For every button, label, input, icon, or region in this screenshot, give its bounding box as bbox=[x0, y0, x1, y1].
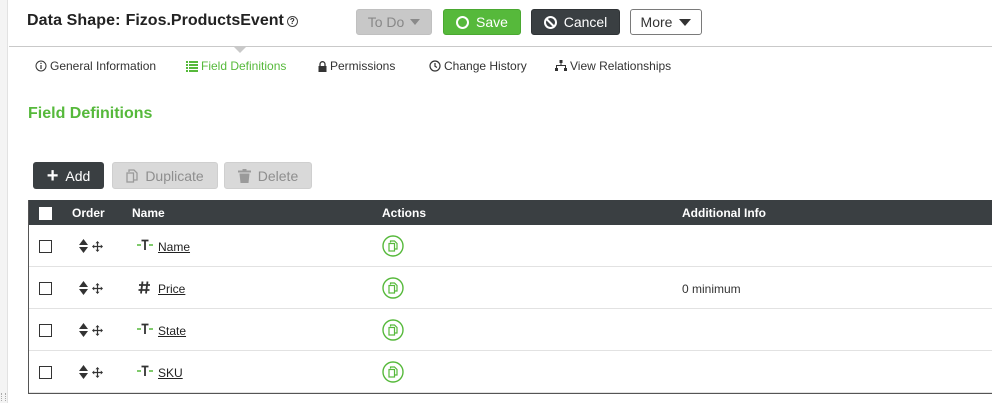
ban-icon bbox=[543, 15, 557, 29]
tab-label: Field Definitions bbox=[201, 59, 287, 73]
delete-button[interactable]: Delete bbox=[224, 162, 312, 189]
text-type-icon bbox=[137, 323, 153, 338]
order-controls bbox=[79, 323, 103, 337]
table-row[interactable]: SKU bbox=[29, 351, 992, 393]
info-circle-icon bbox=[35, 60, 47, 72]
cancel-button[interactable]: Cancel bbox=[531, 9, 620, 35]
column-header-actions[interactable]: Actions bbox=[382, 206, 426, 220]
tab-bar: General Information Field Definitions Pe… bbox=[9, 47, 992, 86]
section-title: Field Definitions bbox=[28, 105, 153, 122]
column-header-name[interactable]: Name bbox=[132, 206, 165, 220]
duplicate-row-icon[interactable] bbox=[382, 235, 404, 260]
trash-icon bbox=[237, 168, 251, 183]
delete-label: Delete bbox=[257, 167, 299, 184]
order-controls bbox=[79, 239, 103, 253]
question-circle-icon[interactable]: ? bbox=[286, 16, 298, 27]
duplicate-button[interactable]: Duplicate bbox=[112, 162, 218, 189]
more-label: More bbox=[640, 14, 673, 30]
save-label: Save bbox=[476, 14, 508, 30]
move-icon[interactable] bbox=[92, 324, 103, 336]
duplicate-row-icon[interactable] bbox=[382, 361, 404, 386]
sort-icon[interactable] bbox=[79, 365, 88, 379]
duplicate-row-icon[interactable] bbox=[382, 319, 404, 344]
tab-general-information[interactable]: General Information bbox=[35, 59, 156, 73]
add-button[interactable]: + Add bbox=[33, 162, 104, 189]
select-all-checkbox[interactable] bbox=[39, 207, 52, 220]
column-header-additional-info[interactable]: Additional Info bbox=[682, 206, 766, 220]
additional-info: 0 minimum bbox=[682, 282, 741, 296]
list-icon bbox=[186, 60, 198, 72]
field-name-link[interactable]: Name bbox=[158, 240, 190, 254]
cancel-label: Cancel bbox=[563, 14, 608, 30]
todo-button[interactable]: To Do bbox=[356, 9, 432, 35]
sitemap-icon bbox=[555, 60, 567, 72]
left-rail bbox=[0, 0, 8, 403]
add-label: Add bbox=[65, 167, 91, 184]
field-definitions-table: Order Name Actions Additional Info Name … bbox=[28, 200, 992, 394]
sort-icon[interactable] bbox=[79, 239, 88, 253]
tab-label: General Information bbox=[50, 59, 157, 73]
row-checkbox[interactable] bbox=[39, 324, 52, 337]
row-checkbox[interactable] bbox=[39, 282, 52, 295]
move-icon[interactable] bbox=[92, 366, 103, 378]
order-controls bbox=[79, 365, 103, 379]
move-icon[interactable] bbox=[92, 282, 103, 294]
todo-label: To Do bbox=[367, 14, 405, 30]
tab-change-history[interactable]: Change History bbox=[429, 59, 527, 73]
caret-down-icon bbox=[410, 19, 421, 25]
field-name-link[interactable]: SKU bbox=[158, 366, 183, 380]
more-button[interactable]: More bbox=[630, 9, 702, 35]
row-checkbox[interactable] bbox=[39, 240, 52, 253]
tab-permissions[interactable]: Permissions bbox=[318, 59, 395, 73]
table-row[interactable]: Price 0 minimum bbox=[29, 267, 992, 309]
number-type-icon bbox=[137, 281, 153, 297]
move-icon[interactable] bbox=[92, 240, 103, 252]
circle-icon bbox=[456, 15, 470, 29]
table-row[interactable]: Name bbox=[29, 225, 992, 267]
column-header-order[interactable]: Order bbox=[72, 206, 105, 220]
title-prefix: Data Shape: bbox=[27, 12, 121, 29]
copy-icon bbox=[126, 168, 138, 183]
tab-label: Permissions bbox=[330, 59, 396, 73]
page-header: Data Shape: Fizos.ProductsEvent ? To Do … bbox=[9, 0, 992, 47]
tab-view-relationships[interactable]: View Relationships bbox=[555, 59, 671, 73]
tab-field-definitions[interactable]: Field Definitions bbox=[186, 59, 286, 73]
text-type-icon bbox=[137, 239, 153, 254]
text-type-icon bbox=[137, 365, 153, 380]
duplicate-label: Duplicate bbox=[145, 167, 204, 184]
sort-icon[interactable] bbox=[79, 323, 88, 337]
clock-icon bbox=[429, 60, 441, 72]
lock-icon bbox=[318, 60, 327, 72]
order-controls bbox=[79, 281, 103, 295]
plus-icon: + bbox=[46, 164, 59, 187]
table-header: Order Name Actions Additional Info bbox=[29, 200, 992, 225]
caret-down-icon bbox=[679, 18, 692, 26]
field-name-link[interactable]: Price bbox=[158, 282, 185, 296]
field-name-link[interactable]: State bbox=[158, 324, 186, 338]
sort-icon[interactable] bbox=[79, 281, 88, 295]
row-checkbox[interactable] bbox=[39, 366, 52, 379]
page-title: Data Shape: Fizos.ProductsEvent ? bbox=[27, 12, 298, 30]
table-row[interactable]: State bbox=[29, 309, 992, 351]
save-button[interactable]: Save bbox=[443, 9, 521, 35]
tab-label: View Relationships bbox=[570, 59, 672, 73]
entity-name: Fizos.ProductsEvent bbox=[125, 12, 284, 29]
duplicate-row-icon[interactable] bbox=[382, 277, 404, 302]
tab-label: Change History bbox=[444, 59, 527, 73]
active-tab-pointer bbox=[234, 47, 246, 53]
resize-grip[interactable] bbox=[1, 393, 6, 401]
